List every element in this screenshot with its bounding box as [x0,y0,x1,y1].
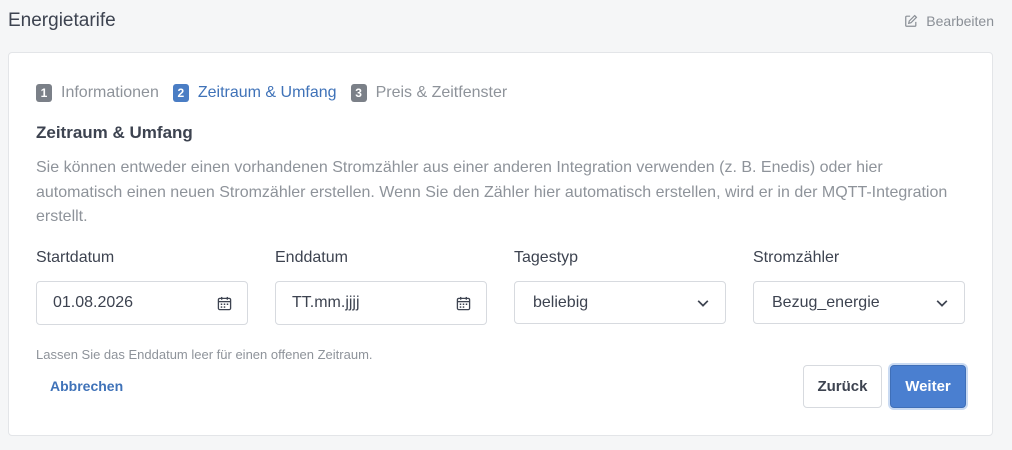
step-label: Preis & Zeitfenster [375,84,508,101]
step-informationen[interactable]: 1 Informationen [36,84,159,102]
start-date-input[interactable]: 01.08.2026 [36,281,248,325]
meter-value: Bezug_energie [772,293,880,311]
step-label: Zeitraum & Umfang [197,84,337,101]
chevron-down-icon [697,299,709,307]
end-date-input[interactable]: TT.mm.jjjj [275,281,487,325]
step-zeitraum-umfang[interactable]: 2 Zeitraum & Umfang [172,84,337,102]
meter-field: Stromzähler Bezug_energie [753,249,965,324]
end-date-hint: Lassen Sie das Enddatum leer für einen o… [36,347,373,362]
end-date-field: Enddatum TT.mm.jjjj [275,249,487,325]
next-button[interactable]: Weiter [890,365,966,408]
end-date-placeholder: TT.mm.jjjj [292,294,360,311]
page-title: Energietarife [8,10,116,31]
wizard-steps: 1 Informationen 2 Zeitraum & Umfang 3 Pr… [36,84,521,102]
start-date-label: Startdatum [36,249,115,266]
day-type-select[interactable]: beliebig [514,281,726,324]
section-description: Sie können entweder einen vorhandenen St… [36,159,948,225]
meter-select[interactable]: Bezug_energie [753,281,965,324]
chevron-down-icon [936,299,948,307]
back-button[interactable]: Zurück [803,365,882,408]
step-number: 3 [350,84,367,102]
edit-label: Bearbeiten [926,13,994,29]
step-label: Informationen [61,84,159,101]
day-type-value: beliebig [533,293,589,311]
day-type-field: Tagestyp beliebig [514,249,726,324]
meter-label: Stromzähler [753,249,840,266]
section-title: Zeitraum & Umfang [36,123,193,142]
calendar-icon[interactable] [456,296,471,311]
calendar-icon[interactable] [217,296,232,311]
step-preis-zeitfenster[interactable]: 3 Preis & Zeitfenster [350,84,508,102]
edit-icon [905,14,918,27]
cancel-button[interactable]: Abbrechen [50,378,123,394]
day-type-label: Tagestyp [514,249,579,266]
start-date-field: Startdatum 01.08.2026 [36,249,248,325]
edit-button[interactable]: Bearbeiten [904,13,994,29]
start-date-value: 01.08.2026 [53,294,134,311]
step-number: 1 [36,84,52,102]
wizard-card: 1 Informationen 2 Zeitraum & Umfang 3 Pr… [8,52,993,436]
end-date-label: Enddatum [275,249,348,266]
step-number: 2 [172,84,189,102]
